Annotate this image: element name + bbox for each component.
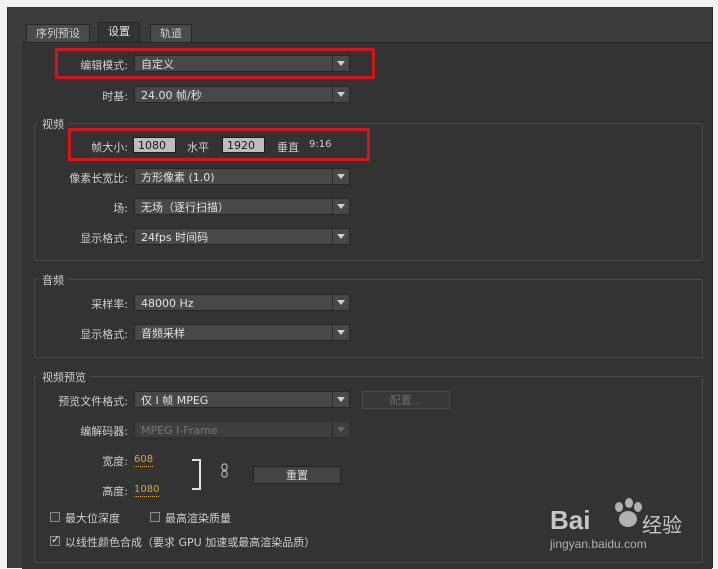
configure-button[interactable]: 配置... [362,391,450,409]
chevron-down-icon [332,295,349,310]
chevron-down-icon [332,392,349,407]
audio-group-title: 音频 [38,272,68,288]
chevron-down-icon [332,229,349,244]
video-preview-group-title: 视频预览 [38,369,90,385]
pixel-aspect-dropdown[interactable]: 方形像素 (1.0) [134,168,350,185]
chain-link-icon[interactable] [220,463,230,479]
watermark-url: jingyan.baidu.com [550,537,647,551]
video-display-format-value: 24fps 时间码 [141,231,209,244]
watermark-suffix: 经验 [642,513,682,537]
watermark-brand: Bai [550,505,591,535]
audio-group [34,279,703,358]
tab-tracks[interactable]: 轨道 [150,24,192,43]
preview-width-label: 宽度: [102,455,128,468]
video-display-format-dropdown[interactable]: 24fps 时间码 [134,228,350,245]
chevron-down-icon [332,169,349,184]
chevron-down-icon [332,199,349,214]
codec-dropdown[interactable]: MPEG I-Frame [134,421,350,438]
tab-settings[interactable]: 设置 [98,22,140,43]
audio-display-format-dropdown[interactable]: 音频采样 [134,324,350,341]
sample-rate-dropdown[interactable]: 48000 Hz [134,294,350,311]
video-display-format-label: 显示格式: [80,232,128,245]
chevron-down-icon [332,87,349,102]
codec-value: MPEG I-Frame [141,424,218,437]
preview-format-value: 仅 I 帧 MPEG [141,394,209,407]
preview-format-label: 预览文件格式: [58,395,128,408]
timebase-dropdown[interactable]: 24.00 帧/秒 [134,86,350,103]
annotation-highlight-edit-mode [55,48,375,79]
sample-rate-value: 48000 Hz [141,297,194,310]
pixel-aspect-label: 像素长宽比: [69,172,128,185]
pixel-aspect-value: 方形像素 (1.0) [141,171,215,184]
video-group-title: 视频 [38,116,68,132]
audio-display-format-value: 音频采样 [141,327,185,340]
sample-rate-label: 采样率: [91,298,128,311]
fields-value: 无场（逐行扫描） [141,201,229,214]
preview-height-label: 高度: [102,485,128,498]
chevron-down-icon [332,422,349,437]
timebase-value: 24.00 帧/秒 [141,89,202,102]
codec-label: 编解码器: [80,425,128,438]
max-render-quality-label: 最高渲染质量 [165,512,231,525]
preview-height-value[interactable]: 1080 [134,484,160,497]
linear-color-label: 以线性颜色合成（要求 GPU 加速或最高渲染品质） [65,536,316,549]
audio-display-format-label: 显示格式: [80,328,128,341]
reset-button[interactable]: 重置 [253,466,341,484]
max-render-quality-checkbox[interactable] [150,512,160,522]
baidu-jingyan-watermark: Bai 经验 jingyan.baidu.com [548,491,708,551]
tab-sequence-presets[interactable]: 序列预设 [26,24,90,43]
max-bit-depth-label: 最大位深度 [65,512,120,525]
preview-format-dropdown[interactable]: 仅 I 帧 MPEG [134,391,350,408]
timebase-label: 时基: [102,90,128,103]
max-bit-depth-checkbox[interactable] [50,512,60,522]
preview-width-value[interactable]: 608 [134,454,154,467]
fields-label: 场: [113,202,128,215]
linear-color-checkbox[interactable] [50,533,60,546]
chevron-down-icon [332,325,349,340]
fields-dropdown[interactable]: 无场（逐行扫描） [134,198,350,215]
annotation-highlight-frame-size [68,128,370,161]
